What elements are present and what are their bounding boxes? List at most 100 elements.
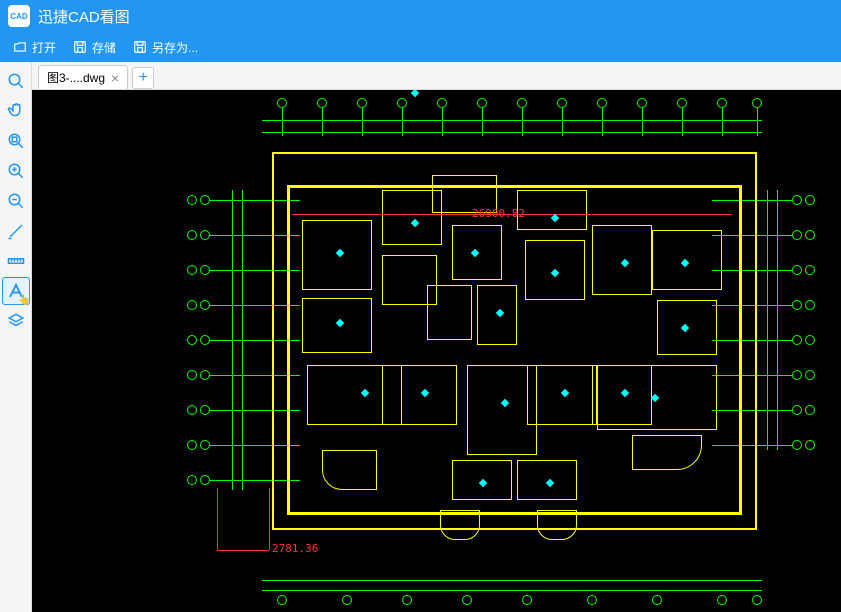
room [632,435,702,470]
grid-marker [522,595,532,605]
grid-marker [200,265,210,275]
grid-line [402,108,403,136]
grid-marker [187,370,197,380]
grid-line [757,108,758,136]
file-tab[interactable]: 图3-....dwg × [38,65,128,89]
save-as-button[interactable]: 另存为... [124,35,206,60]
grid-marker [792,370,802,380]
grid-marker [187,475,197,485]
grid-marker [200,300,210,310]
app-logo: CAD [8,5,30,27]
save-button[interactable]: 存储 [64,35,124,60]
grid-line [262,132,762,133]
cad-drawing: 26900.82 2781.36 [32,90,841,612]
grid-marker [792,300,802,310]
grid-line [262,120,762,121]
open-icon [12,39,28,55]
fixture [411,90,419,97]
grid-marker [717,595,727,605]
logo-text: CAD [10,12,27,21]
grid-marker [402,595,412,605]
pan-tool[interactable] [2,97,30,125]
grid-marker [805,440,815,450]
grid-line [242,190,243,490]
tab-bar: 图3-....dwg × + [32,62,841,90]
zoom-in-tool[interactable] [2,157,30,185]
grid-marker [277,595,287,605]
zoom-fit-tool[interactable] [2,67,30,95]
dimension-line [217,488,218,550]
text-tool[interactable]: 👆 [2,277,30,305]
grid-line [282,108,283,136]
grid-marker [200,335,210,345]
cursor-icon: 👆 [18,295,30,306]
app-title: 迅捷CAD看图 [38,6,130,27]
grid-marker [200,405,210,415]
room [537,510,577,540]
grid-marker [717,98,727,108]
grid-marker [652,595,662,605]
grid-marker [187,230,197,240]
menu-bar: 打开 存储 另存为... [0,32,841,62]
zoom-window-tool[interactable] [2,127,30,155]
layers-tool[interactable] [2,307,30,335]
dimension-line [217,550,269,551]
grid-marker [677,98,687,108]
grid-marker [805,405,815,415]
grid-line [442,108,443,136]
grid-marker [200,230,210,240]
grid-line [682,108,683,136]
grid-marker [557,98,567,108]
grid-marker [437,98,447,108]
zoom-out-tool[interactable] [2,187,30,215]
grid-line [482,108,483,136]
grid-line [262,590,762,591]
workspace: 👆 图3-....dwg × + [0,62,841,612]
open-label: 打开 [32,39,56,56]
grid-marker [752,98,762,108]
add-tab-button[interactable]: + [132,67,154,89]
measure-dist-tool[interactable] [2,247,30,275]
grid-line [777,190,778,450]
grid-marker [187,300,197,310]
grid-marker [792,335,802,345]
grid-line [767,190,768,450]
grid-marker [805,335,815,345]
dimension-line [292,214,732,215]
grid-marker [792,265,802,275]
grid-line [262,580,762,581]
grid-line [562,108,563,136]
grid-marker [187,440,197,450]
room [382,365,457,425]
tab-close-button[interactable]: × [111,70,119,86]
grid-marker [357,98,367,108]
save-label: 存储 [92,39,116,56]
grid-marker [805,370,815,380]
grid-marker [277,98,287,108]
canvas[interactable]: 26900.82 2781.36 [32,90,841,612]
grid-marker [187,335,197,345]
grid-line [322,108,323,136]
grid-marker [637,98,647,108]
grid-line [602,108,603,136]
measure-line-tool[interactable] [2,217,30,245]
room [302,298,372,353]
grid-marker [517,98,527,108]
grid-marker [597,98,607,108]
grid-line [362,108,363,136]
grid-marker [187,195,197,205]
grid-marker [792,405,802,415]
open-button[interactable]: 打开 [4,35,64,60]
grid-marker [587,595,597,605]
main-area: 图3-....dwg × + [32,62,841,612]
grid-marker [317,98,327,108]
grid-marker [200,440,210,450]
room [322,450,377,490]
title-bar: CAD 迅捷CAD看图 [0,0,841,32]
grid-marker [342,595,352,605]
room [427,285,472,340]
grid-marker [462,595,472,605]
grid-marker [187,405,197,415]
grid-marker [792,195,802,205]
grid-marker [477,98,487,108]
